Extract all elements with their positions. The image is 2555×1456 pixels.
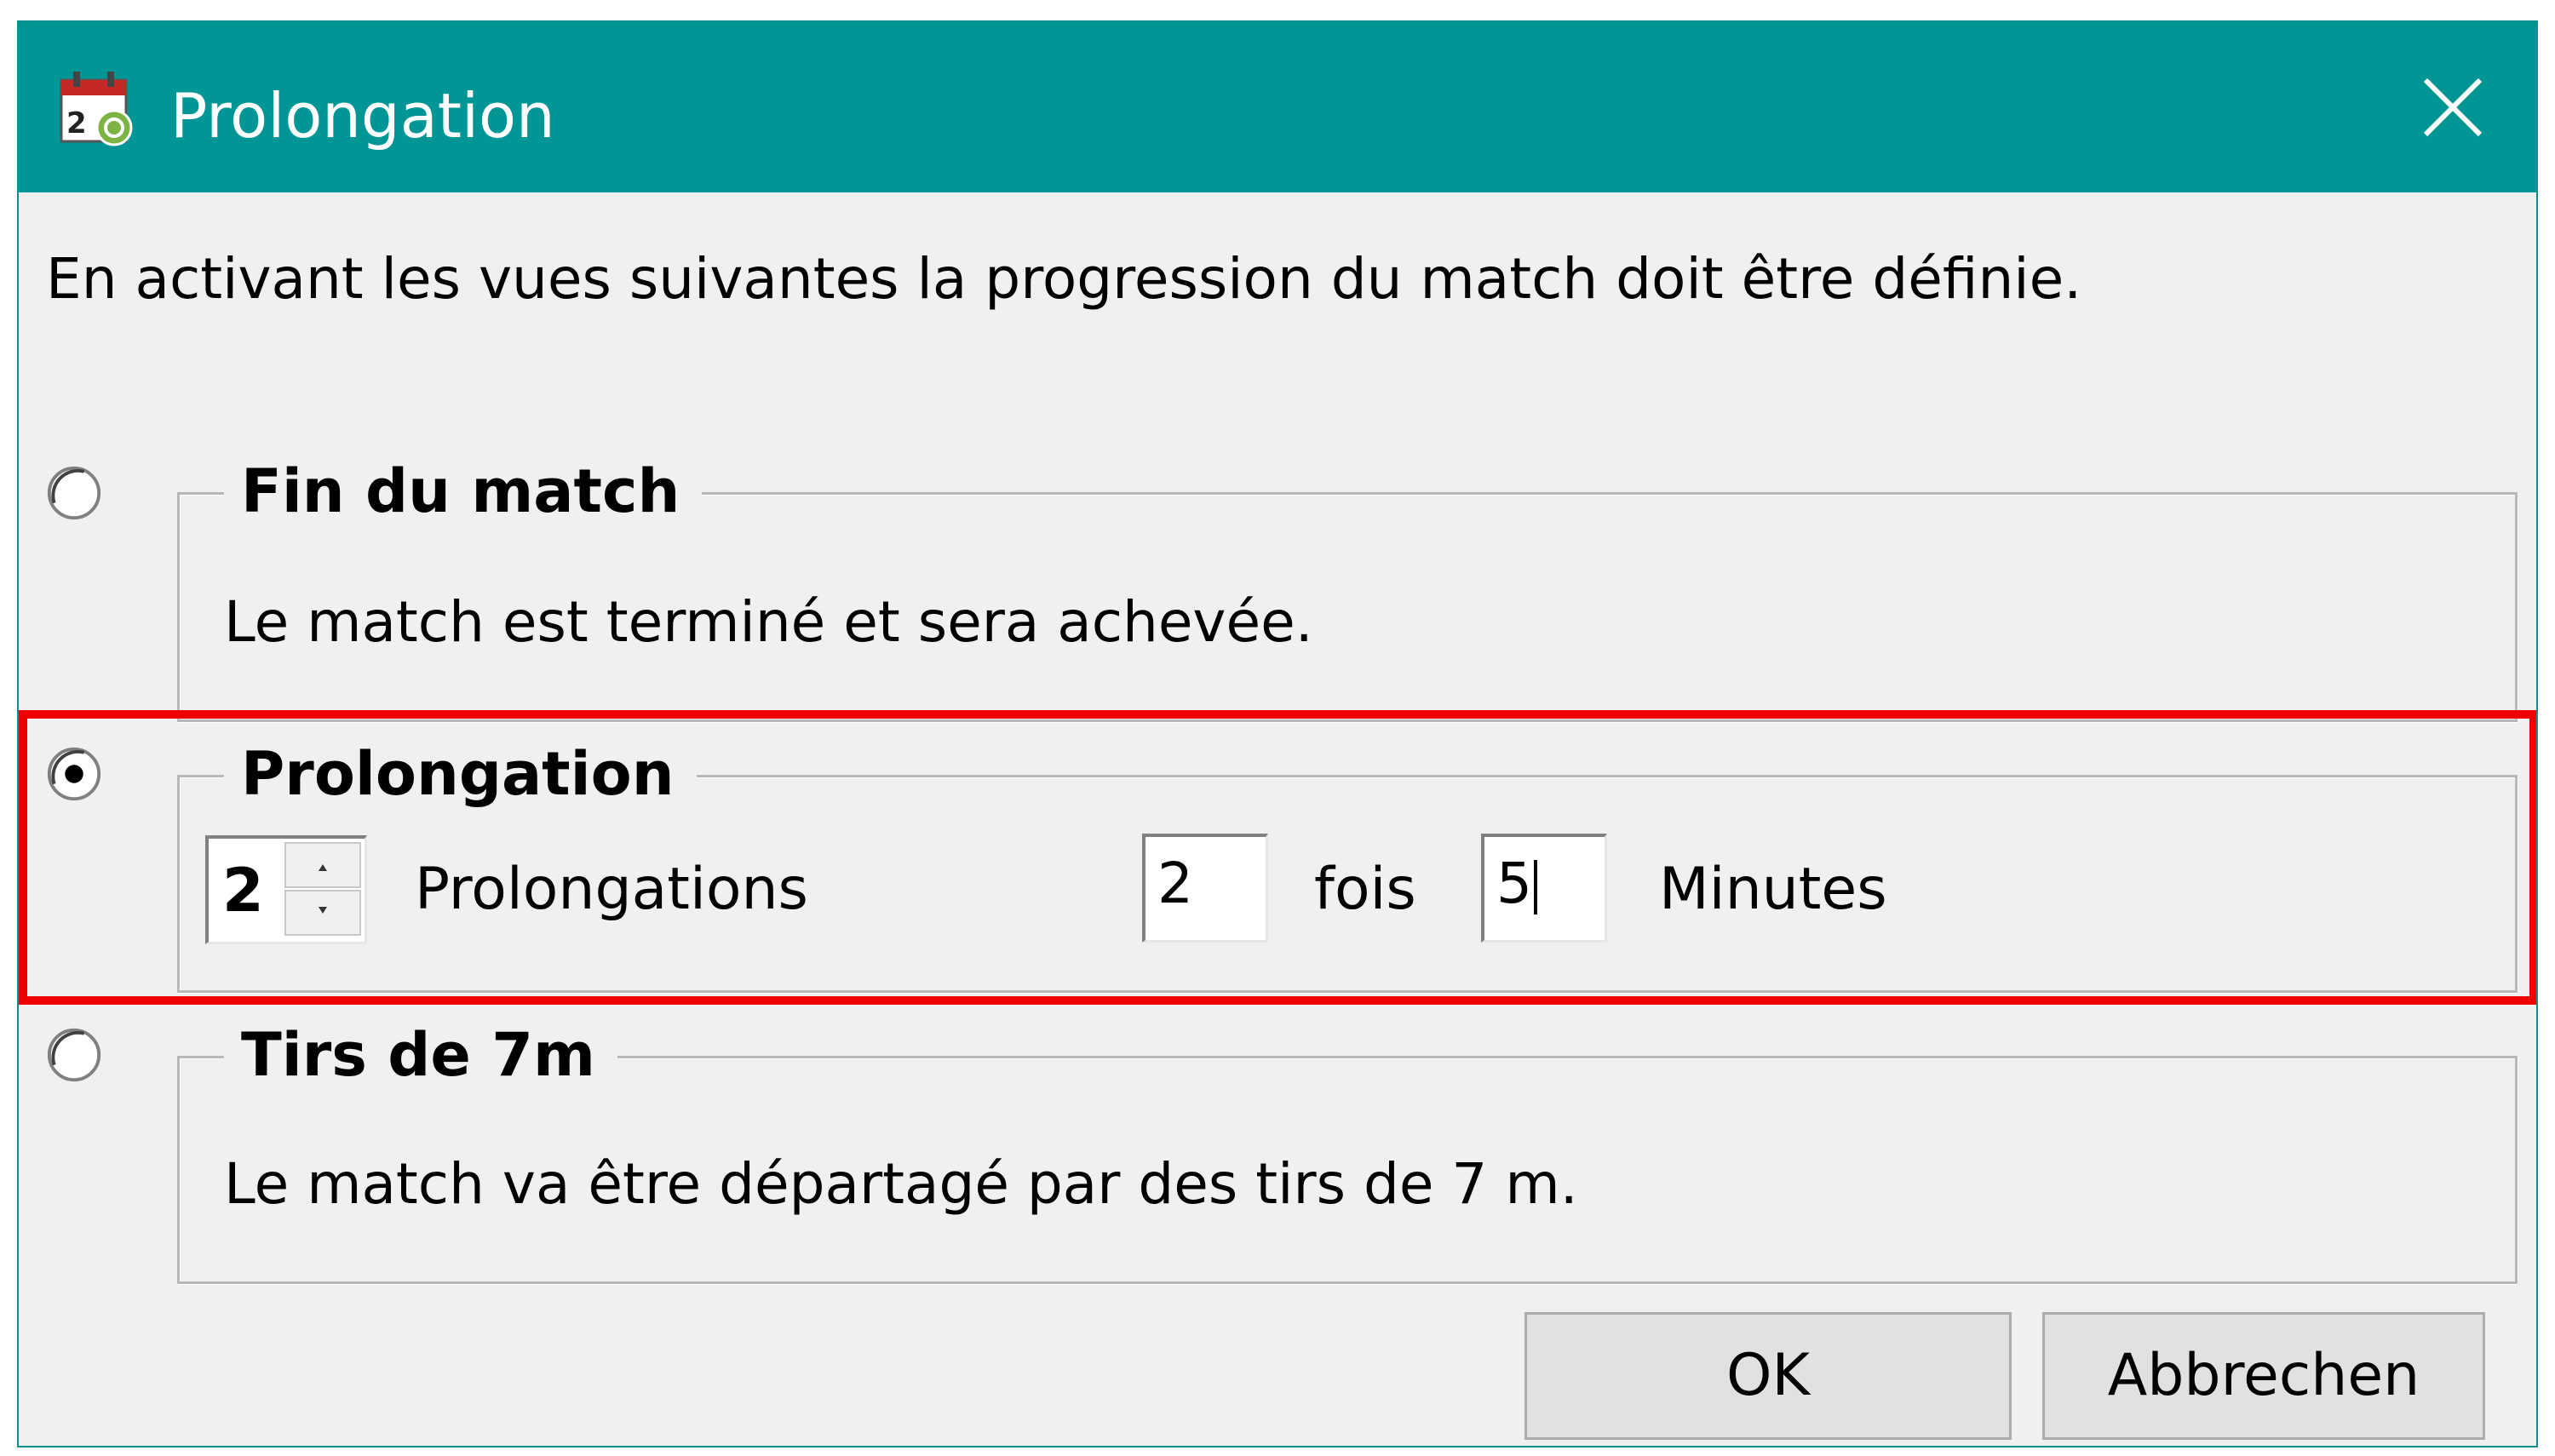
calendar-icon: 2 bbox=[60, 72, 133, 146]
minutes-input-value: 5 bbox=[1496, 851, 1532, 916]
ok-button[interactable]: OK bbox=[1524, 1312, 2012, 1440]
penalty-shots-description: Le match va être départagé par des tirs … bbox=[224, 1151, 1578, 1217]
group-prolongation: Prolongation 2 Prolongations 2 fois 5 Mi… bbox=[177, 738, 2518, 993]
text-caret bbox=[1534, 859, 1537, 914]
group-end-of-match: Fin du match Le match est terminé et ser… bbox=[177, 456, 2518, 722]
spin-down-button[interactable] bbox=[284, 890, 361, 936]
radio-end-of-match[interactable] bbox=[44, 463, 104, 523]
prolongation-dialog: 2 Prolongation En activant les vues suiv… bbox=[17, 20, 2538, 1447]
spin-up-button[interactable] bbox=[284, 842, 361, 888]
close-icon[interactable] bbox=[2419, 73, 2487, 141]
minutes-label: Minutes bbox=[1659, 856, 1887, 923]
times-input[interactable]: 2 bbox=[1142, 834, 1268, 943]
window-title: Prolongation bbox=[170, 80, 555, 152]
svg-text:2: 2 bbox=[66, 106, 87, 140]
group-penalty-shots: Tirs de 7m Le match va être départagé pa… bbox=[177, 1019, 2518, 1284]
prolongations-count-value[interactable]: 2 bbox=[222, 844, 264, 937]
minutes-input[interactable]: 5 bbox=[1481, 834, 1607, 943]
prolongations-count-spinner[interactable]: 2 bbox=[205, 835, 367, 944]
arrow-down-icon bbox=[319, 907, 327, 914]
title-bar: 2 Prolongation bbox=[19, 22, 2536, 192]
intro-text: En activant les vues suivantes la progre… bbox=[46, 246, 2082, 312]
cancel-button[interactable]: Abbrechen bbox=[2042, 1312, 2485, 1440]
times-label: fois bbox=[1314, 856, 1416, 923]
legend-end-of-match: Fin du match bbox=[224, 456, 703, 527]
times-input-value: 2 bbox=[1157, 851, 1193, 916]
end-of-match-description: Le match est terminé et sera achevée. bbox=[224, 589, 1313, 655]
radio-penalty-shots[interactable] bbox=[44, 1025, 104, 1085]
legend-penalty-shots: Tirs de 7m bbox=[224, 1019, 617, 1091]
arrow-up-icon bbox=[319, 864, 327, 871]
prolongations-label: Prolongations bbox=[415, 856, 808, 923]
legend-prolongation: Prolongation bbox=[224, 738, 697, 810]
radio-prolongation[interactable] bbox=[44, 744, 104, 804]
